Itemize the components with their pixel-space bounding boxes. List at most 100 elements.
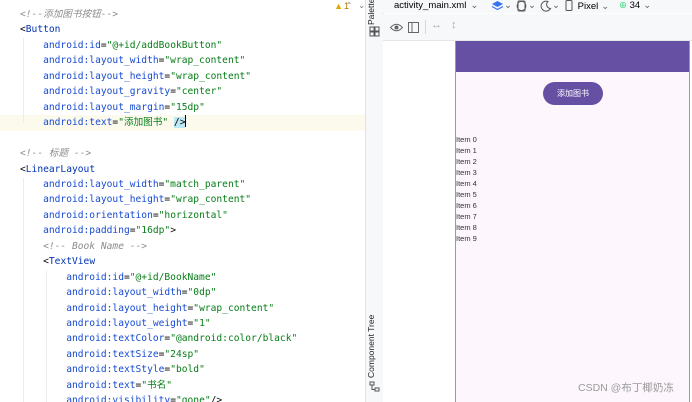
code-token: "@android:color/black" xyxy=(170,333,298,345)
code-line[interactable]: android:textStyle="bold" xyxy=(0,362,365,378)
split-view-icon[interactable] xyxy=(408,22,419,33)
code-token: "bold" xyxy=(170,364,205,376)
code-token: "添加图书" xyxy=(118,117,169,129)
code-line[interactable]: android:layout_height="wrap_content" xyxy=(0,69,365,85)
app-bar xyxy=(456,41,689,72)
code-line[interactable]: android:layout_width="0dp" xyxy=(0,285,365,301)
code-line[interactable]: android:layout_gravity="center" xyxy=(0,84,365,100)
night-mode-icon[interactable] xyxy=(540,0,552,12)
code-token: Button xyxy=(25,24,61,36)
code-token: "16dp" xyxy=(135,225,171,237)
code-line[interactable]: android:id="@+id/BookName" xyxy=(0,270,365,286)
device-selector[interactable]: Pixel ⌄ xyxy=(565,0,609,13)
code-token: < xyxy=(20,256,49,268)
code-line[interactable]: <!-- 标题 --> xyxy=(0,146,365,162)
code-token: android:textSize xyxy=(20,348,159,360)
list-item[interactable]: Item 5 xyxy=(456,189,477,200)
list-item[interactable]: Item 1 xyxy=(456,145,477,156)
code-token: android:layout_width xyxy=(20,55,159,67)
code-line[interactable]: <!--添加图书按钮--> xyxy=(0,7,365,23)
code-token: "@+id/BookName" xyxy=(129,271,217,283)
api-level-selector[interactable]: ⊕ 34 ⌄ xyxy=(619,0,651,12)
palette-tab[interactable]: Palette xyxy=(366,0,383,25)
code-token: /> xyxy=(173,117,186,129)
code-token: <!--添加图书按钮--> xyxy=(20,9,118,20)
chevron-down-icon: ⌄ xyxy=(643,0,652,11)
code-line[interactable]: android:layout_width="wrap_content" xyxy=(0,53,365,69)
component-tree-icon xyxy=(369,381,380,392)
list-item[interactable]: Item 6 xyxy=(456,200,477,211)
code-line[interactable]: <!-- Book Name --> xyxy=(0,239,365,255)
code-line[interactable]: android:textColor="@android:color/black" xyxy=(0,331,365,347)
add-book-button[interactable]: 添加图书 xyxy=(543,82,603,105)
code-token: android:layout_height xyxy=(20,194,165,206)
code-line[interactable]: android:text="书名" xyxy=(0,378,365,394)
code-line[interactable] xyxy=(0,131,365,147)
code-token: "wrap_content" xyxy=(164,55,246,67)
list-item[interactable]: Item 9 xyxy=(456,233,477,244)
code-token: android:textColor xyxy=(20,333,165,345)
code-token: "24sp" xyxy=(164,348,200,360)
vertical-resize-icon[interactable]: ↕ xyxy=(451,19,457,31)
list-item[interactable]: Item 4 xyxy=(456,178,477,189)
code-token: "wrap_content" xyxy=(170,194,252,206)
xml-code-editor[interactable]: <!--添加图书按钮--> <Button android:id="@+id/ad… xyxy=(0,0,365,402)
code-line[interactable]: android:textSize="24sp" xyxy=(0,347,365,363)
toolbar-divider xyxy=(425,20,426,34)
code-line[interactable]: <TextView xyxy=(0,254,365,270)
code-line[interactable]: android:layout_height="wrap_content" xyxy=(0,301,365,317)
list-item[interactable]: Item 2 xyxy=(456,156,477,167)
code-line[interactable]: android:id="@+id/addBookButton" xyxy=(0,38,365,54)
code-line[interactable]: android:visibility="gone"/> xyxy=(0,393,365,402)
code-token: "书名" xyxy=(141,379,173,391)
file-selector[interactable]: activity_main.xml ⌄ xyxy=(394,0,478,12)
code-token: <!-- 标题 --> xyxy=(20,148,92,160)
chevron-down-icon: ⌄ xyxy=(470,0,479,11)
chevron-up-icon[interactable]: ⌃ xyxy=(346,1,353,10)
code-token: /> xyxy=(210,395,223,402)
side-tool-strip: Palette Component Tree xyxy=(365,0,384,402)
chevron-down-icon: ⌄ xyxy=(552,0,560,11)
code-line[interactable]: android:layout_width="match_parent" xyxy=(0,177,365,193)
code-line[interactable]: <Button xyxy=(0,22,365,38)
code-line[interactable]: android:padding="16dp"> xyxy=(0,223,365,239)
code-token: LinearLayout xyxy=(25,163,96,175)
layers-icon[interactable] xyxy=(491,0,504,12)
code-token: android:textStyle xyxy=(20,364,165,376)
code-line[interactable]: android:orientation="horizontal" xyxy=(0,208,365,224)
orientation-icon[interactable] xyxy=(515,0,528,12)
code-token: "center" xyxy=(175,86,223,98)
list-item[interactable]: Item 8 xyxy=(456,222,477,233)
code-token: "15dp" xyxy=(170,101,205,113)
code-token: "0dp" xyxy=(187,287,217,299)
horizontal-resize-icon[interactable]: ↔ xyxy=(431,19,442,31)
indent-guide xyxy=(23,178,24,402)
list-item[interactable]: Item 3 xyxy=(456,167,477,178)
code-line[interactable]: android:layout_weight="1" xyxy=(0,316,365,332)
problem-navigation[interactable]: ⌃ ⌄ xyxy=(340,0,365,12)
eye-icon[interactable] xyxy=(390,23,403,32)
code-token: TextView xyxy=(48,256,96,268)
code-token: "gone" xyxy=(175,395,211,402)
design-toolbar: activity_main.xml ⌄ ⌄ ⌄ ⌄ Pixel ⌄ ⊕ 34 ⌄ xyxy=(383,0,692,13)
list-item[interactable]: Item 7 xyxy=(456,211,477,222)
code-line[interactable]: android:text="添加图书" /> xyxy=(0,115,365,131)
code-token: android:layout_height xyxy=(20,70,165,82)
layout-preview[interactable]: 添加图书 Item 0 Item 1 Item 2 Item 3 Item 4 Item … xyxy=(455,41,690,402)
code-token: android:id xyxy=(20,271,124,283)
code-line[interactable]: android:layout_margin="15dp" xyxy=(0,100,365,116)
code-token: android:layout_width xyxy=(20,287,182,299)
indent-guide xyxy=(46,271,47,402)
chevron-down-icon[interactable]: ⌄ xyxy=(358,1,365,10)
code-token: "wrap_content" xyxy=(193,302,275,314)
code-token: android:text xyxy=(20,379,136,391)
code-line[interactable]: android:layout_height="wrap_content" xyxy=(0,192,365,208)
chevron-down-icon: ⌄ xyxy=(528,0,536,11)
component-tree-tab[interactable]: Component Tree xyxy=(366,313,383,379)
palette-icon xyxy=(369,26,380,37)
chevron-down-icon: ⌄ xyxy=(601,1,610,12)
android-icon: ⊕ xyxy=(619,0,627,11)
list-item[interactable]: Item 0 xyxy=(456,134,477,145)
code-line[interactable]: <LinearLayout xyxy=(0,162,365,178)
code-token: android:visibility xyxy=(20,395,171,402)
